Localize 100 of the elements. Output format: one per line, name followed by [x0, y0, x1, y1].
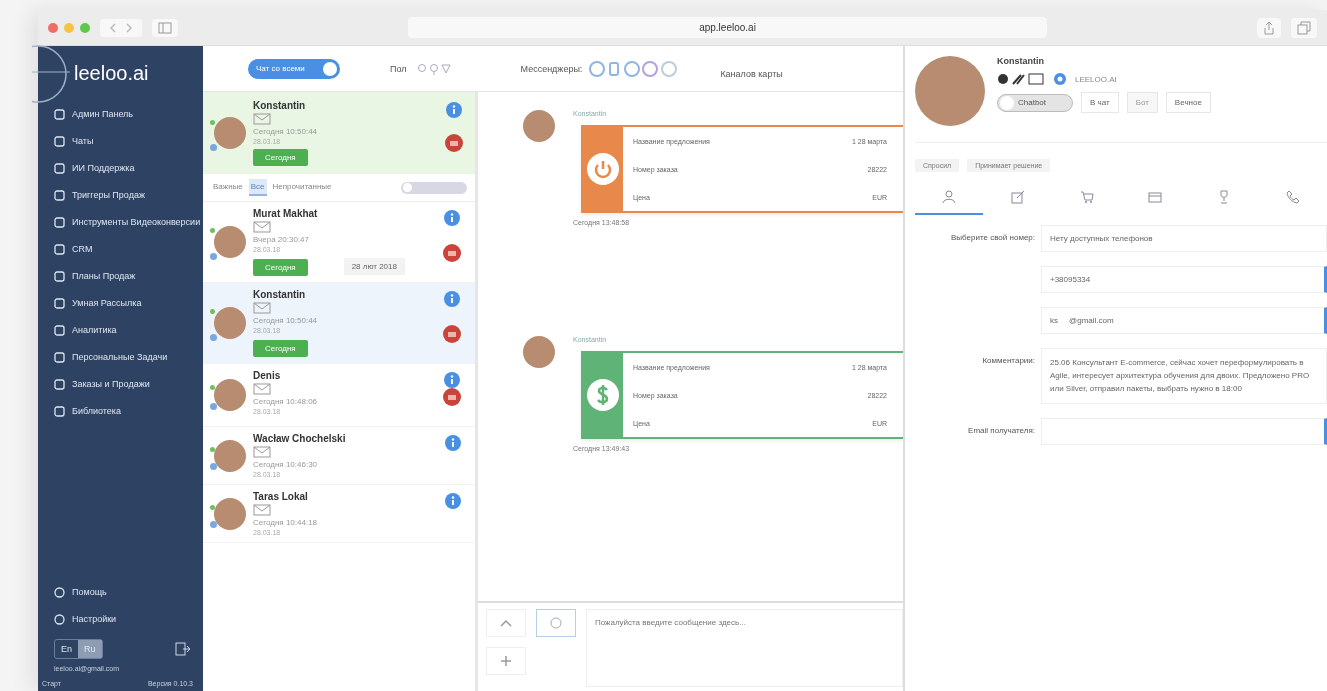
- contact-name: Murat Makhat: [253, 208, 318, 219]
- avatar: [214, 379, 246, 411]
- nav-item[interactable]: Заказы и Продажи: [54, 371, 203, 398]
- gender-filter-icon[interactable]: [416, 62, 451, 75]
- profile-button[interactable]: Вечное: [1165, 92, 1211, 113]
- nav-icon: [54, 190, 65, 201]
- logout-icon[interactable]: [175, 641, 191, 657]
- alert-icon[interactable]: [443, 325, 461, 343]
- logo-text: leeloo.ai: [74, 62, 149, 85]
- field-label: Выберите свой номер:: [950, 232, 1035, 242]
- contact-name: Konstantin: [253, 289, 306, 300]
- input-field[interactable]: ks @gmail.com: [1041, 307, 1327, 334]
- avatar: [523, 336, 555, 368]
- nav-item[interactable]: Библиотека: [54, 398, 203, 425]
- nav-icon: [54, 614, 65, 625]
- mail-icon: [253, 302, 271, 314]
- nav-item[interactable]: CRM: [54, 236, 203, 263]
- channel-icons: [997, 72, 1045, 86]
- nav-item[interactable]: Аналитика: [54, 317, 203, 344]
- channel-dot: [210, 333, 217, 341]
- plus-icon: [500, 655, 512, 667]
- info-icon[interactable]: [444, 291, 460, 307]
- input-field[interactable]: [1041, 418, 1327, 446]
- nav-item[interactable]: Умная Рассылка: [54, 290, 203, 317]
- nav-icon: [54, 163, 65, 174]
- info-icon[interactable]: [445, 493, 461, 509]
- message-input[interactable]: Пожалуйста введите сообщение здесь...: [586, 609, 903, 687]
- nav-item[interactable]: Триггеры Продаж: [54, 182, 203, 209]
- chat-time: Сегодня 10:44:18: [253, 518, 318, 527]
- nav-item[interactable]: Настройки: [54, 606, 203, 633]
- date-chip: 28 лют 2018: [343, 258, 405, 275]
- caret-up-icon: [500, 619, 512, 627]
- alert-icon[interactable]: [445, 134, 463, 152]
- contact-name: Konstantin: [253, 100, 306, 111]
- alert-icon[interactable]: [443, 244, 461, 262]
- mail-icon: [253, 383, 271, 395]
- info-icon[interactable]: [446, 102, 462, 118]
- comment-field[interactable]: 25.06 Консультант E-commerce, сейчас хочет переформулировать в Agile, интересует архитектура обучения для двоих. Предложено PRO или Silver, отправил пакеты, выбрать нужно в 18:00: [1041, 348, 1327, 405]
- chat-time: Сегодня 10:46:30: [253, 460, 318, 469]
- sidebar-toggle-button[interactable]: [152, 18, 178, 37]
- input-field[interactable]: +38095334: [1041, 266, 1327, 293]
- minimize-light-icon[interactable]: [64, 22, 74, 33]
- power-icon: [586, 152, 620, 186]
- close-light-icon[interactable]: [48, 22, 58, 33]
- back-forward-button[interactable]: [100, 18, 142, 37]
- nav-icon: [54, 325, 65, 336]
- nav-item[interactable]: Админ Панель: [54, 101, 203, 128]
- zoom-light-icon[interactable]: [80, 22, 90, 33]
- sidebar-icon: [158, 21, 172, 34]
- nav-item[interactable]: Планы Продаж: [54, 263, 203, 290]
- add-button[interactable]: [486, 647, 526, 675]
- chatbot-toggle[interactable]: Chatbot: [997, 93, 1073, 112]
- gender-filter-label: Пол: [390, 63, 407, 74]
- circle-icon: [550, 617, 562, 629]
- nav-icon: [54, 587, 65, 598]
- phone-select[interactable]: Нету доступных телефонов: [1041, 225, 1327, 252]
- channel-dot: [210, 520, 217, 528]
- mail-icon: [253, 504, 271, 516]
- info-icon[interactable]: [445, 435, 461, 451]
- avatar: [214, 307, 246, 339]
- tabs-icon: [1297, 20, 1311, 35]
- nav-icon: [54, 271, 65, 282]
- address-field[interactable]: app.leeloo.ai: [408, 17, 1047, 38]
- tabs-button[interactable]: [1291, 17, 1317, 38]
- info-icon[interactable]: [444, 372, 460, 388]
- nav-item[interactable]: ИИ Поддержка: [54, 155, 203, 182]
- info-icon[interactable]: [444, 210, 460, 226]
- nav-icon: [54, 217, 65, 228]
- emoji-button[interactable]: [536, 609, 576, 637]
- profile-button[interactable]: В чат: [1081, 92, 1119, 113]
- avatar: [523, 110, 555, 142]
- dollar-icon: [586, 378, 620, 412]
- card-icon: [1148, 190, 1163, 204]
- nav-item[interactable]: Инструменты Видеоконверсии: [54, 209, 203, 236]
- channel-dot: [210, 252, 217, 260]
- nav-item[interactable]: Чаты: [54, 128, 203, 155]
- share-button[interactable]: [1257, 17, 1281, 38]
- avatar: [214, 439, 246, 472]
- cards-label: Каналов карты: [719, 67, 784, 79]
- chat-time: Вчера 20:30:47: [253, 235, 309, 244]
- filter-tab[interactable]: Непрочитанные: [270, 179, 334, 196]
- online-dot: [210, 228, 215, 234]
- status-icon: [1053, 72, 1067, 86]
- filter-tab[interactable]: Важные: [211, 179, 245, 196]
- nav-icon: [54, 406, 65, 417]
- nav-item[interactable]: Персональные Задачи: [54, 344, 203, 371]
- logo-icon: [32, 43, 72, 104]
- filter-toggle[interactable]: [401, 181, 467, 194]
- scroll-up-button[interactable]: [486, 609, 526, 637]
- phone-icon: [1285, 190, 1300, 204]
- nav-icon: [54, 298, 65, 309]
- online-dot: [210, 385, 215, 390]
- alert-icon[interactable]: [443, 388, 461, 406]
- chat-time: Сегодня 10:48:06: [253, 397, 318, 406]
- nav-item[interactable]: Помощь: [54, 579, 203, 606]
- channel-dot: [210, 462, 217, 470]
- share-icon: [1263, 20, 1275, 35]
- channel-dot: [210, 143, 217, 151]
- language-button[interactable]: En: [55, 640, 78, 658]
- field-label: Комментарии:: [981, 355, 1035, 365]
